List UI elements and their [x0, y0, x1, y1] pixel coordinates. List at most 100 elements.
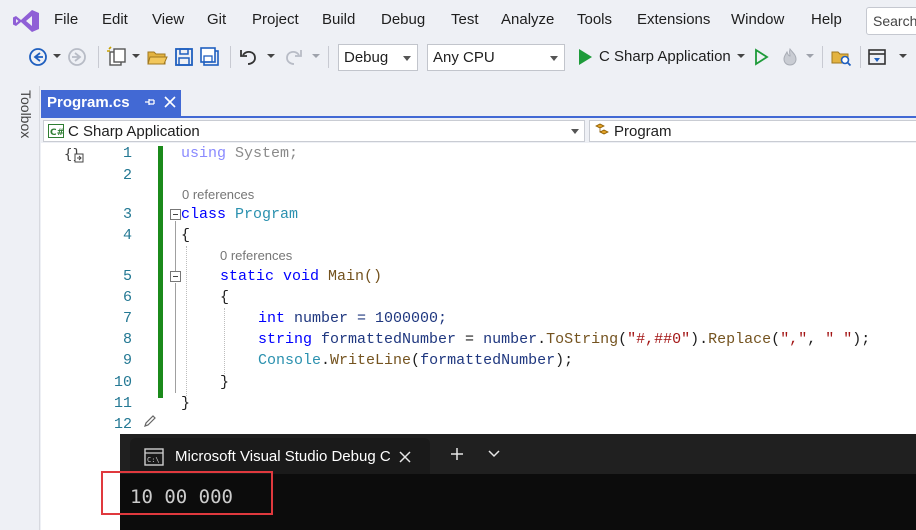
- project-name: C Sharp Application: [68, 123, 200, 140]
- chevron-down-icon[interactable]: [898, 51, 908, 61]
- navigation-bar: C# C Sharp Application Program: [41, 118, 916, 143]
- visual-studio-logo-icon[interactable]: [12, 9, 40, 33]
- menu-window[interactable]: Window: [731, 11, 784, 28]
- line-number: 4: [122, 227, 132, 244]
- toolbar-separator: [822, 46, 823, 68]
- console-tab[interactable]: C:\ Microsoft Visual Studio Debug Consol…: [130, 438, 430, 474]
- line-number: 11: [113, 395, 132, 412]
- undo-icon[interactable]: [238, 46, 260, 68]
- start-without-debugging-icon[interactable]: [750, 46, 772, 68]
- chevron-down-icon[interactable]: [52, 51, 62, 61]
- menu-project[interactable]: Project: [252, 11, 299, 28]
- platform-dropdown[interactable]: Any CPU: [427, 44, 565, 71]
- chevron-down-icon: [571, 129, 579, 134]
- configuration-dropdown[interactable]: Debug: [338, 44, 418, 71]
- menu-extensions[interactable]: Extensions: [637, 11, 710, 28]
- startup-project-button[interactable]: C Sharp Application: [599, 48, 731, 65]
- menu-build[interactable]: Build: [322, 11, 355, 28]
- chevron-down-icon[interactable]: [131, 51, 141, 61]
- line-number: 12: [113, 416, 132, 433]
- menu-view[interactable]: View: [152, 11, 184, 28]
- toolbar: Debug Any CPU C Sharp Application: [0, 42, 916, 72]
- line-number: 3: [122, 206, 132, 223]
- chevron-down-icon: [403, 56, 411, 61]
- change-tracking-bar: [158, 146, 163, 398]
- chevron-down-icon[interactable]: [266, 51, 276, 61]
- navigate-back-icon[interactable]: [27, 46, 49, 68]
- chevron-down-icon[interactable]: [311, 51, 321, 61]
- menu-bar: File Edit View Git Project Build Debug T…: [0, 0, 916, 42]
- close-icon[interactable]: [163, 95, 177, 109]
- code-line-7: int number = 1000000;: [258, 310, 448, 327]
- window-layout-icon[interactable]: [866, 46, 888, 68]
- save-icon[interactable]: [173, 46, 195, 68]
- indent-guide: [224, 308, 225, 374]
- line-number: 8: [122, 331, 132, 348]
- start-debugging-icon[interactable]: [574, 46, 596, 68]
- console-tab-bar: C:\ Microsoft Visual Studio Debug Consol…: [120, 434, 916, 474]
- line-number: 7: [122, 310, 132, 327]
- new-item-icon[interactable]: [106, 46, 128, 68]
- menu-file[interactable]: File: [54, 11, 78, 28]
- hot-reload-icon[interactable]: [779, 46, 801, 68]
- pin-icon[interactable]: [143, 95, 157, 109]
- csharp-project-icon: C#: [48, 124, 64, 138]
- class-dropdown[interactable]: Program: [589, 120, 916, 142]
- menu-debug[interactable]: Debug: [381, 11, 425, 28]
- save-all-icon[interactable]: [199, 46, 221, 68]
- tab-program-cs[interactable]: Program.cs: [41, 90, 181, 116]
- find-in-files-icon[interactable]: [830, 46, 852, 68]
- toolbox-tab[interactable]: Toolbox: [6, 90, 34, 138]
- new-tab-icon[interactable]: [450, 447, 464, 461]
- line-number: 10: [113, 374, 132, 391]
- menu-analyze[interactable]: Analyze: [501, 11, 554, 28]
- codelens-references[interactable]: 0 references: [182, 187, 254, 202]
- chevron-down-icon[interactable]: [805, 51, 815, 61]
- line-number: 1: [122, 145, 132, 162]
- chevron-down-icon[interactable]: [488, 450, 500, 458]
- redo-icon[interactable]: [282, 46, 304, 68]
- close-icon[interactable]: [398, 450, 412, 464]
- menu-test[interactable]: Test: [451, 11, 479, 28]
- toolbar-separator: [328, 46, 329, 68]
- tab-title: Program.cs: [47, 94, 130, 111]
- code-line-9: Console.WriteLine(formattedNumber);: [258, 352, 574, 369]
- menu-git[interactable]: Git: [207, 11, 226, 28]
- line-number: 9: [122, 352, 132, 369]
- svg-text:C:\: C:\: [147, 456, 160, 464]
- chevron-down-icon[interactable]: [736, 51, 746, 61]
- open-folder-icon[interactable]: [146, 46, 168, 68]
- class-name: Program: [614, 123, 672, 140]
- collapse-region-icon[interactable]: [170, 271, 181, 282]
- codelens-references[interactable]: 0 references: [220, 248, 292, 263]
- outline-line: [175, 221, 176, 271]
- code-line-4: {: [181, 227, 191, 244]
- search-input[interactable]: Search: [866, 7, 916, 35]
- project-dropdown[interactable]: C# C Sharp Application: [43, 120, 585, 142]
- code-line-8: string formattedNumber = number.ToString…: [258, 331, 871, 348]
- menu-edit[interactable]: Edit: [102, 11, 128, 28]
- side-tool-strip: [0, 86, 40, 530]
- quick-actions-icon[interactable]: {}: [64, 146, 86, 164]
- code-line-3: class Program: [181, 206, 299, 223]
- code-line-6: {: [220, 289, 230, 306]
- line-number: 6: [122, 289, 132, 306]
- indent-guide: [186, 246, 187, 396]
- menu-tools[interactable]: Tools: [577, 11, 612, 28]
- chevron-down-icon: [550, 56, 558, 61]
- svg-text:C#: C#: [50, 128, 64, 138]
- class-icon: [595, 123, 609, 135]
- line-number: 2: [122, 167, 132, 184]
- toolbar-separator: [860, 46, 861, 68]
- collapse-region-icon[interactable]: [170, 209, 181, 220]
- configuration-value: Debug: [344, 49, 389, 66]
- navigate-forward-icon[interactable]: [66, 46, 88, 68]
- menu-help[interactable]: Help: [811, 11, 842, 28]
- code-line-11: }: [181, 395, 191, 412]
- toolbar-separator: [230, 46, 231, 68]
- platform-value: Any CPU: [433, 49, 495, 66]
- output-highlight-box: [101, 471, 273, 515]
- code-line-1: using System;: [181, 145, 299, 162]
- toolbar-separator: [98, 46, 99, 68]
- edit-pencil-icon[interactable]: [143, 414, 157, 428]
